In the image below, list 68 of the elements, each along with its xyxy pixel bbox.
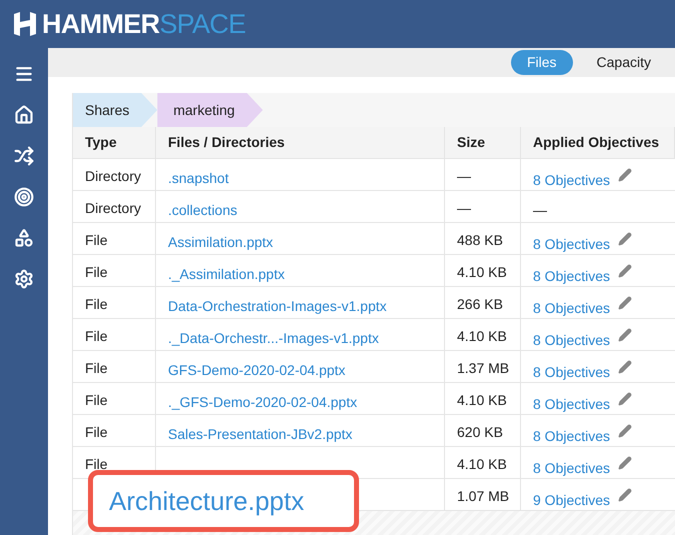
table-cell: File: [85, 456, 108, 472]
logo-icon: [12, 10, 38, 38]
callout-text: Architecture.pptx: [109, 484, 304, 518]
edit-icon[interactable]: [618, 232, 632, 246]
file-link[interactable]: GFS-Demo-2020-02-04.pptx: [168, 362, 346, 378]
table-cell: File: [85, 232, 108, 248]
table-cell: File: [85, 264, 108, 280]
table-cell: Directory: [85, 168, 142, 184]
file-link[interactable]: Data-Orchestration-Images-v1.pptx: [168, 298, 387, 314]
table-cell: —: [457, 168, 471, 184]
file-link[interactable]: Sales-Presentation-JBv2.pptx: [168, 426, 352, 442]
breadcrumb-item[interactable]: Shares: [73, 93, 158, 127]
target-icon[interactable]: [14, 187, 34, 207]
breadcrumb-item[interactable]: marketing: [157, 93, 263, 127]
table-cell: File: [85, 392, 108, 408]
home-icon[interactable]: [14, 105, 34, 125]
table-cell: 620 KB: [457, 424, 503, 440]
table-cell: 4.10 KB: [457, 456, 507, 472]
edit-icon[interactable]: [618, 168, 632, 182]
shapes-icon[interactable]: [14, 228, 34, 248]
table-cell: 1.07 MB: [457, 488, 510, 504]
column-header: Size: [445, 127, 521, 158]
table-cell: 4.10 KB: [457, 328, 507, 344]
edit-icon[interactable]: [618, 424, 632, 438]
file-link[interactable]: ._GFS-Demo-2020-02-04.pptx: [168, 394, 358, 410]
file-link[interactable]: ._Assimilation.pptx: [168, 266, 285, 282]
table-cell: 1.37 MB: [457, 360, 510, 376]
table-cell: 266 KB: [457, 296, 503, 312]
table-cell: Directory: [85, 200, 142, 216]
edit-icon[interactable]: [618, 456, 632, 470]
table-cell: 488 KB: [457, 232, 503, 248]
table-cell: File: [85, 328, 108, 344]
file-link[interactable]: Assimilation.pptx: [168, 234, 274, 250]
objectives-link[interactable]: 8 Objectives: [533, 264, 610, 287]
settings-icon[interactable]: [14, 269, 34, 289]
edit-icon[interactable]: [618, 328, 632, 342]
menu-icon[interactable]: [14, 64, 34, 84]
logo-text: HAMMERSPACE: [42, 10, 246, 38]
objectives-link[interactable]: 8 Objectives: [533, 296, 610, 319]
objectives-link[interactable]: 8 Objectives: [533, 424, 610, 447]
file-link[interactable]: .snapshot: [168, 170, 229, 186]
objectives-link[interactable]: 8 Objectives: [533, 328, 610, 351]
shuffle-icon[interactable]: [14, 146, 34, 166]
table-cell: File: [85, 296, 108, 312]
objectives-link[interactable]: 8 Objectives: [533, 456, 610, 479]
file-link[interactable]: .collections: [168, 202, 238, 218]
table-cell: —: [457, 200, 471, 216]
objectives-link[interactable]: 8 Objectives: [533, 392, 610, 415]
table-cell: File: [85, 424, 108, 440]
file-link[interactable]: ._Data-Orchestr...-Images-v1.pptx: [168, 330, 379, 346]
edit-icon[interactable]: [618, 264, 632, 278]
edit-icon[interactable]: [618, 360, 632, 374]
edit-icon[interactable]: [618, 488, 632, 502]
edit-icon[interactable]: [618, 296, 632, 310]
objectives-link[interactable]: 8 Objectives: [533, 168, 610, 191]
table-cell: 4.10 KB: [457, 264, 507, 280]
column-header: Applied Objectives: [521, 127, 675, 158]
table-cell: 4.10 KB: [457, 392, 507, 408]
objectives-link[interactable]: 8 Objectives: [533, 360, 610, 383]
objectives-link[interactable]: 9 Objectives: [533, 488, 610, 511]
table-cell-text: —: [533, 201, 547, 220]
column-header: Files / Directories: [156, 127, 445, 158]
column-header: Type: [73, 127, 156, 158]
edit-icon[interactable]: [618, 392, 632, 406]
tab[interactable]: Files: [510, 50, 573, 75]
table-cell: File: [85, 360, 108, 376]
objectives-link[interactable]: 8 Objectives: [533, 232, 610, 255]
tab[interactable]: Capacity: [580, 50, 667, 75]
